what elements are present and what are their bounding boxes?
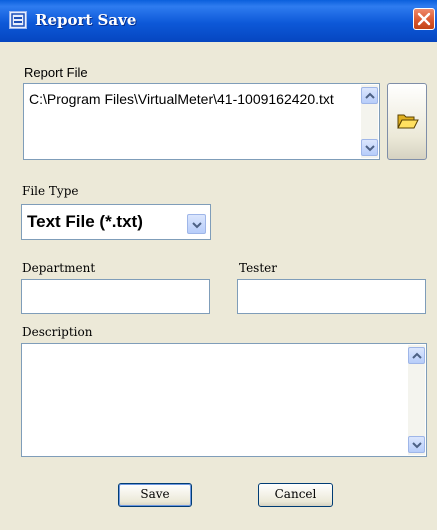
description-scrollbar[interactable]	[408, 345, 425, 455]
cancel-button[interactable]: Cancel	[258, 483, 333, 507]
description-label: Description	[22, 325, 93, 339]
report-file-field[interactable]: C:\Program Files\VirtualMeter\41-1009162…	[23, 83, 380, 160]
file-type-select[interactable]: Text File (*.txt)	[21, 204, 211, 240]
file-type-dropdown-button[interactable]	[187, 214, 206, 234]
file-type-label: File Type	[22, 184, 79, 198]
save-button[interactable]: Save	[118, 483, 192, 507]
chevron-down-icon	[365, 145, 375, 152]
chevron-down-icon	[192, 222, 202, 229]
chevron-down-icon	[412, 442, 422, 449]
report-file-scrollbar[interactable]	[361, 85, 378, 158]
window-title: Report Save	[35, 11, 137, 29]
close-icon	[417, 12, 431, 26]
scroll-down-button[interactable]	[361, 139, 378, 156]
scroll-down-button[interactable]	[408, 436, 425, 453]
department-input[interactable]	[21, 279, 210, 314]
tester-label: Tester	[239, 261, 277, 275]
report-file-label: Report File	[24, 65, 88, 80]
report-save-dialog: Report Save Report File C:\Program Files…	[0, 0, 437, 530]
scroll-up-button[interactable]	[408, 347, 425, 364]
close-button[interactable]	[413, 8, 435, 30]
report-file-path[interactable]: C:\Program Files\VirtualMeter\41-1009162…	[29, 89, 349, 109]
scroll-up-button[interactable]	[361, 87, 378, 104]
open-folder-icon	[397, 114, 419, 129]
tester-input[interactable]	[237, 279, 426, 314]
department-label: Department	[22, 261, 96, 275]
title-bar[interactable]: Report Save	[0, 0, 437, 42]
chevron-up-icon	[412, 352, 422, 359]
file-type-selected: Text File (*.txt)	[27, 212, 143, 231]
chevron-up-icon	[365, 92, 375, 99]
description-textarea[interactable]	[21, 343, 427, 457]
browse-folder-button[interactable]	[387, 83, 427, 160]
report-window-icon	[9, 11, 27, 29]
